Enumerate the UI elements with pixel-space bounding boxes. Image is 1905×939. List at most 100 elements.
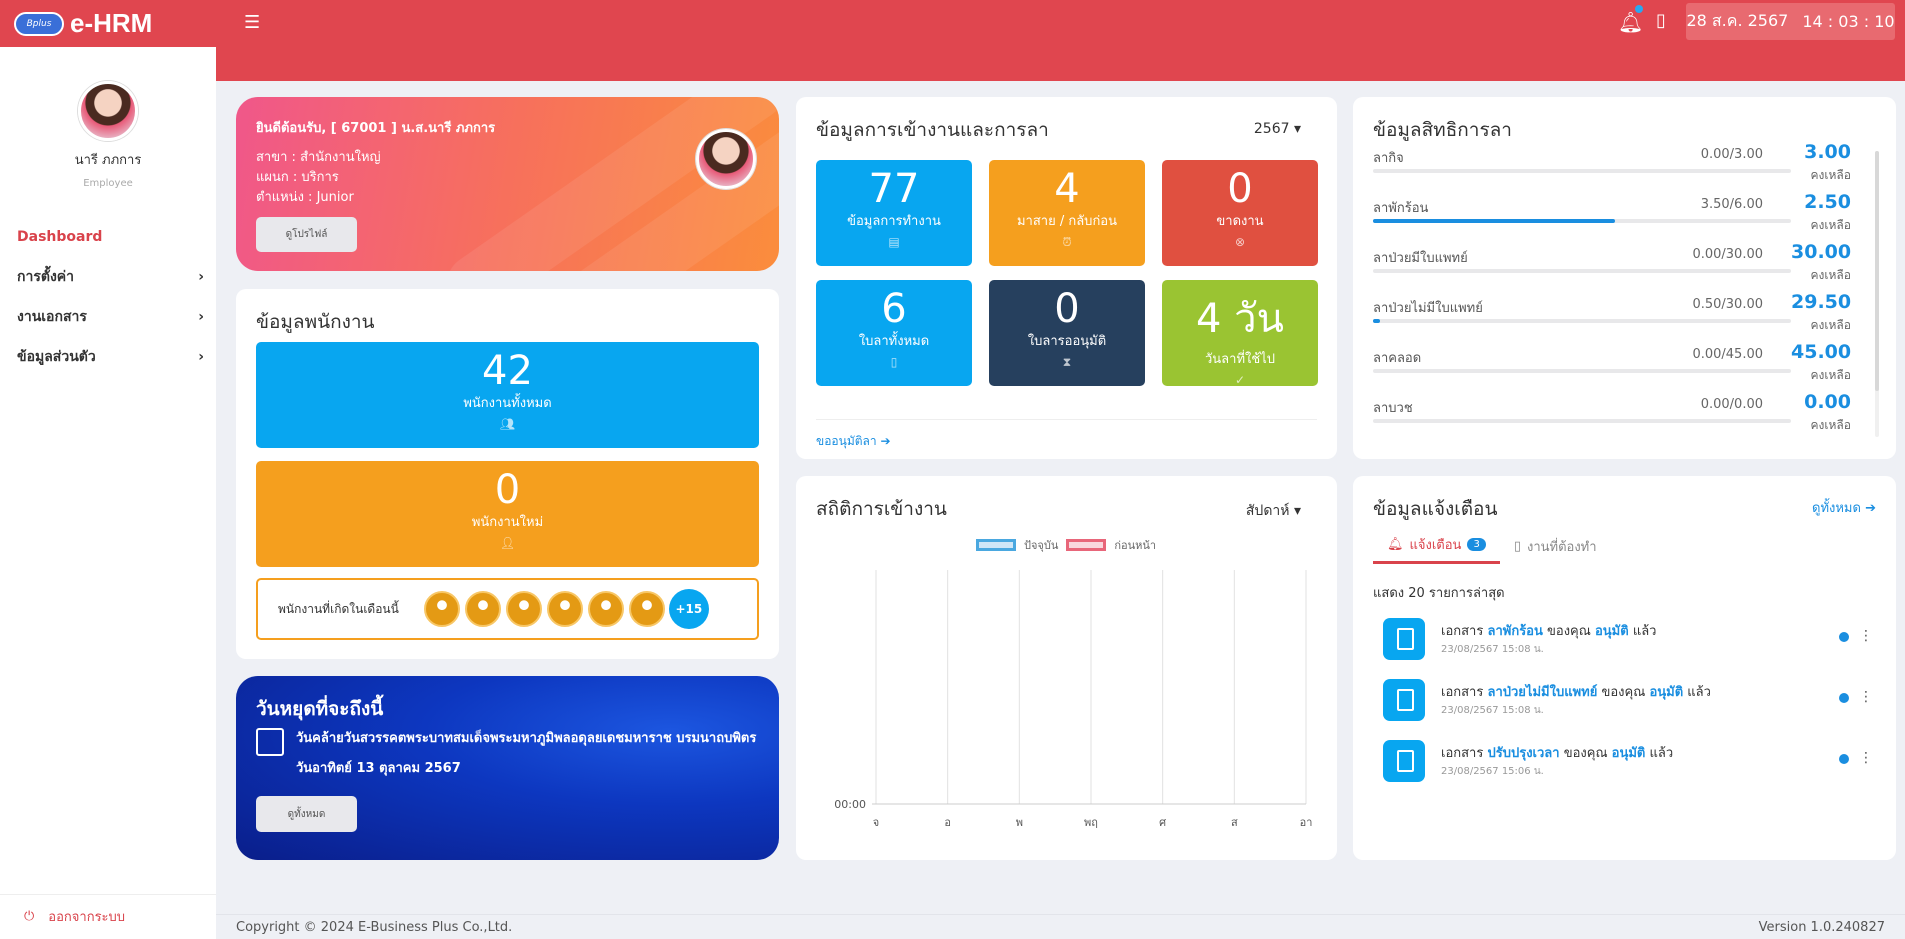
notification-time: 23/08/2567 15:08 น. xyxy=(1441,644,1544,655)
tab-notifications[interactable]: 🔔︎ แจ้งเตือน 3 xyxy=(1373,528,1500,564)
sidebar-item-documents[interactable]: งานเอกสาร › xyxy=(0,297,216,337)
sidebar-nav: Dashboard การตั้งค่า › งานเอกสาร › ข้อมูลส… xyxy=(0,217,216,377)
sidebar-item-settings[interactable]: การตั้งค่า › xyxy=(0,257,216,297)
document-icon xyxy=(1383,618,1425,660)
leave-type: ลาป่วยไม่มีใบแพทย์ xyxy=(1373,301,1483,316)
check-circle-icon: ✓ xyxy=(1234,373,1246,387)
avatar[interactable] xyxy=(628,591,665,627)
late-early-tile[interactable]: 4 มาสาย / กลับก่อน ⏰︎ xyxy=(989,160,1145,266)
chart-legend: ปัจจุบัน ก่อนหน้า xyxy=(976,536,1156,554)
total-employees-box[interactable]: 42 พนักงานทั้งหมด 👥︎ xyxy=(256,342,759,448)
view-all-label: ดูทั้งหมด xyxy=(1812,501,1861,516)
attendance-title: ข้อมูลการเข้างานและการลา xyxy=(816,119,1049,141)
leave-type: ลาบวช xyxy=(1373,401,1413,416)
notification-text: เอกสาร ลาป่วยไม่มีใบแพทย์ ของคุณ อนุมัติ… xyxy=(1441,681,1711,702)
tile-value: 0 xyxy=(1227,166,1253,212)
notification-doc-link[interactable]: ลาป่วยไม่มีใบแพทย์ xyxy=(1487,685,1597,700)
absent-tile[interactable]: 0 ขาดงาน ⊗ xyxy=(1162,160,1318,266)
x-tick-label: อา xyxy=(1300,816,1313,829)
leave-remaining: 2.50 xyxy=(1804,191,1851,213)
notifications-card: ข้อมูลแจ้งเตือน ดูทั้งหมด ➔ 🔔︎ แจ้งเตือน… xyxy=(1353,476,1896,860)
menu-toggle-icon[interactable]: ☰ xyxy=(244,12,260,33)
tile-value: 4 วัน xyxy=(1196,296,1284,342)
chevron-right-icon: › xyxy=(198,269,204,285)
holiday-title: วันหยุดที่จะถึงนี้ xyxy=(256,698,384,720)
notification-mid: ของคุณ xyxy=(1547,624,1591,639)
period-value: สัปดาห์ xyxy=(1245,503,1290,519)
request-leave-link[interactable]: ขออนุมัติลา ➔ xyxy=(816,419,1317,451)
leave-type: ลาพักร้อน xyxy=(1373,201,1429,216)
users-icon: 👥︎ xyxy=(499,417,516,431)
notification-suffix: แล้ว xyxy=(1632,624,1657,639)
tab-todo[interactable]: ▯ งานที่ต้องทำ xyxy=(1500,528,1611,564)
sidebar-item-dashboard[interactable]: Dashboard xyxy=(0,217,216,257)
leave-progress-fill xyxy=(1373,319,1381,323)
avatar[interactable] xyxy=(423,591,460,627)
unread-dot xyxy=(1839,754,1849,764)
x-tick-label: อ xyxy=(944,816,951,829)
datetime-display: 28 ส.ค. 2567 14 : 03 : 10 xyxy=(1686,3,1895,40)
document-icon: ▯ xyxy=(1513,538,1521,554)
scrollbar-thumb[interactable] xyxy=(1875,151,1879,391)
manual-icon[interactable]: ▯ xyxy=(1656,10,1666,31)
avatar[interactable] xyxy=(546,591,583,627)
notification-status: อนุมัติ xyxy=(1649,685,1684,700)
leave-rights-card: ข้อมูลสิทธิการลา ลากิจ 0.00/3.00 3.00 คงเหล… xyxy=(1353,97,1896,459)
work-data-tile[interactable]: 77 ข้อมูลการทำงาน ▤ xyxy=(816,160,972,266)
leave-row: ลาพักร้อน 3.50/6.00 2.50 คงเหลือ xyxy=(1373,189,1873,239)
year-value: 2567 xyxy=(1253,121,1290,137)
legend-label-previous: ก่อนหน้า xyxy=(1114,539,1157,552)
version: Version 1.0.240827 xyxy=(1758,919,1885,935)
scrollbar[interactable] xyxy=(1875,151,1879,437)
pending-leave-tile[interactable]: 0 ใบลารออนุมัติ ⧗ xyxy=(989,280,1145,386)
birthday-more-badge[interactable]: +15 xyxy=(668,589,709,629)
tile-label: ใบลาทั้งหมด xyxy=(858,334,930,349)
notifications-count-text: แสดง 20 รายการล่าสุด xyxy=(1373,586,1505,601)
logout-button[interactable]: ⏻ ออกจากระบบ xyxy=(0,894,216,938)
sidebar-item-personal[interactable]: ข้อมูลส่วนตัว › xyxy=(0,337,216,377)
birthday-label: พนักงานที่เกิดในเดือนนี้ xyxy=(278,601,399,616)
all-leave-tile[interactable]: 6 ใบลาทั้งหมด ▯ xyxy=(816,280,972,386)
avatar[interactable] xyxy=(505,591,542,627)
year-select[interactable]: 2567 ▾ xyxy=(1254,121,1301,137)
leave-progress-bar xyxy=(1373,269,1791,273)
legend-swatch-previous[interactable] xyxy=(1066,539,1107,551)
more-vertical-icon[interactable]: ⋮ xyxy=(1859,750,1873,766)
avatar xyxy=(696,129,756,189)
clipboard-icon: ▤ xyxy=(888,235,900,249)
leave-remaining-label: คงเหลือ xyxy=(1810,368,1851,382)
notification-doc-link[interactable]: ลาพักร้อน xyxy=(1487,624,1542,639)
leave-progress-bar xyxy=(1373,169,1791,173)
notification-item[interactable]: เอกสาร ปรับปรุงเวลา ของคุณ อนุมัติ แล้ว 2… xyxy=(1383,736,1873,788)
logo[interactable]: Bplus e-HRM xyxy=(0,0,216,47)
view-all-notifications-link[interactable]: ดูทั้งหมด ➔ xyxy=(1812,497,1876,518)
welcome-card: ยินดีต้อนรับ, [ 67001 ] น.ส.นารี ภภการ ส… xyxy=(236,97,779,271)
view-all-holidays-button[interactable]: ดูทั้งหมด xyxy=(256,796,357,832)
total-employees-label: พนักงานทั้งหมด xyxy=(463,396,552,411)
more-vertical-icon[interactable]: ⋮ xyxy=(1859,689,1873,705)
view-profile-button[interactable]: ดูโปรไฟล์ xyxy=(256,217,357,252)
period-select[interactable]: สัปดาห์ ▾ xyxy=(1246,500,1301,522)
logout-label: ออกจากระบบ xyxy=(48,910,126,925)
notification-item[interactable]: เอกสาร ลาป่วยไม่มีใบแพทย์ ของคุณ อนุมัติ… xyxy=(1383,675,1873,727)
used-leave-tile[interactable]: 4 วัน วันลาที่ใช้ไป ✓ xyxy=(1162,280,1318,387)
tile-value: 0 xyxy=(1054,286,1080,332)
leave-row: ลากิจ 0.00/3.00 3.00 คงเหลือ xyxy=(1373,139,1873,189)
avatar[interactable] xyxy=(78,81,138,141)
leave-progress-fill xyxy=(1373,219,1616,223)
leave-type: ลาป่วยมีใบแพทย์ xyxy=(1373,251,1468,266)
sidebar-item-label: Dashboard xyxy=(17,229,103,245)
tile-value: 4 xyxy=(1054,166,1080,212)
avatar[interactable] xyxy=(587,591,624,627)
legend-swatch-current[interactable] xyxy=(976,539,1016,551)
notification-doc-link[interactable]: ปรับปรุงเวลา xyxy=(1487,746,1559,761)
new-employees-box[interactable]: 0 พนักงานใหม่ 👤︎ xyxy=(256,461,759,567)
more-vertical-icon[interactable]: ⋮ xyxy=(1859,628,1873,644)
tab-label: แจ้งเตือน xyxy=(1409,538,1462,553)
leave-remaining-label: คงเหลือ xyxy=(1810,418,1851,432)
avatar[interactable] xyxy=(464,591,501,627)
x-tick-label: จ xyxy=(873,816,879,829)
notification-prefix: เอกสาร xyxy=(1441,624,1484,639)
notification-item[interactable]: เอกสาร ลาพักร้อน ของคุณ อนุมัติ แล้ว 23/0… xyxy=(1383,614,1873,666)
bell-icon[interactable]: 🔔︎ xyxy=(1618,10,1643,34)
